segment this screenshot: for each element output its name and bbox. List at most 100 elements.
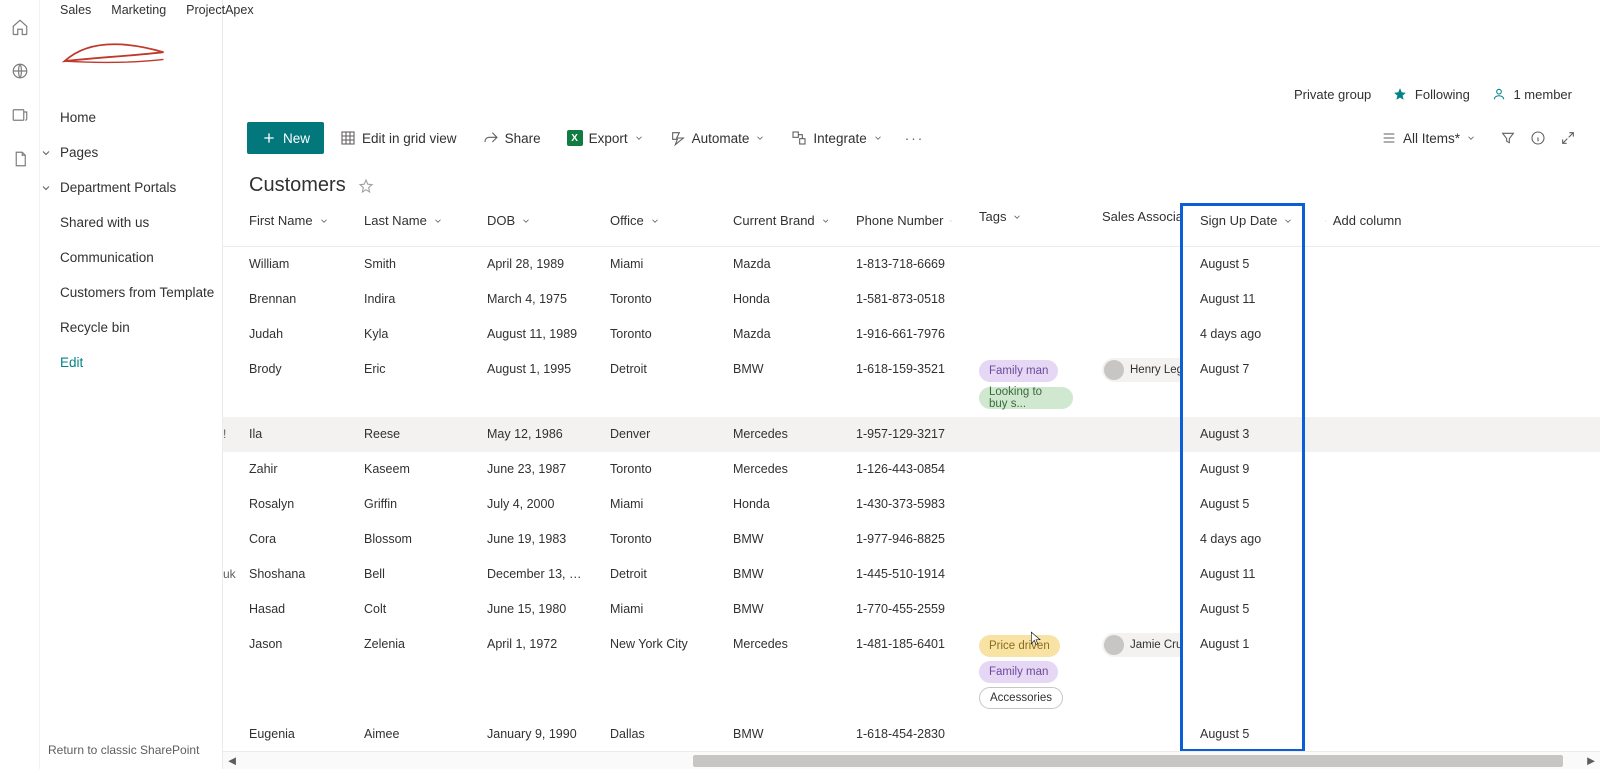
cell: Kaseem: [346, 452, 469, 486]
cell: Judah: [223, 317, 346, 351]
news-icon[interactable]: [11, 106, 29, 124]
table-row[interactable]: BrennanIndiraMarch 4, 1975TorontoHonda1-…: [223, 282, 1600, 317]
table-row[interactable]: WilliamSmithApril 28, 1989MiamiMazda1-81…: [223, 247, 1600, 282]
col-assoc[interactable]: Sales Associate: [1084, 203, 1182, 234]
horizontal-scrollbar[interactable]: ◄ ►: [223, 751, 1600, 769]
cell: August 9: [1182, 452, 1307, 486]
cell: Colt: [346, 592, 469, 626]
more-button[interactable]: ···: [899, 122, 931, 154]
cell: Rosalyn: [223, 487, 346, 521]
table-row[interactable]: ShoshanaBellDecember 13, 1981DetroitBMW1…: [223, 557, 1600, 592]
cell: [1307, 522, 1417, 542]
share-button[interactable]: Share: [473, 122, 551, 154]
cell: August 5: [1182, 487, 1307, 521]
table-row[interactable]: JudahKylaAugust 11, 1989TorontoMazda1-91…: [223, 317, 1600, 352]
list-icon: [1381, 130, 1397, 146]
site-link-marketing[interactable]: Marketing: [111, 3, 166, 17]
col-add[interactable]: Add column: [1307, 203, 1417, 238]
return-classic-link[interactable]: Return to classic SharePoint: [48, 743, 199, 757]
star-icon: [1393, 87, 1407, 101]
site-logo[interactable]: [60, 30, 168, 78]
cell: Smith: [346, 247, 469, 281]
following-button[interactable]: Following: [1393, 87, 1470, 102]
nav-communication[interactable]: Communication: [60, 250, 222, 265]
person-chip[interactable]: Henry Legge: [1102, 358, 1182, 382]
tag-pill[interactable]: Price driven: [979, 635, 1060, 657]
edit-grid-button[interactable]: Edit in grid view: [330, 122, 467, 154]
col-last-name[interactable]: Last Name: [346, 203, 469, 238]
star-outline-icon[interactable]: [358, 178, 374, 194]
col-dob[interactable]: DOB: [469, 203, 592, 238]
chevron-down-icon: [40, 147, 52, 159]
scroll-right-arrow[interactable]: ►: [1582, 752, 1600, 770]
nav-pages[interactable]: Pages: [40, 145, 222, 160]
cell: December 13, 1981: [469, 557, 592, 591]
nav-recycle[interactable]: Recycle bin: [60, 320, 222, 335]
file-icon[interactable]: [11, 150, 29, 168]
nav-customers-template[interactable]: Customers from Template: [60, 285, 222, 300]
table-row[interactable]: HasadColtJune 15, 1980MiamiBMW1-770-455-…: [223, 592, 1600, 627]
view-selector[interactable]: All Items*: [1371, 122, 1486, 154]
cell: [1307, 317, 1417, 337]
home-icon[interactable]: [11, 18, 29, 36]
new-button[interactable]: New: [247, 122, 324, 154]
nav-comm-label: Communication: [60, 250, 154, 265]
table-row[interactable]: BrodyEricAugust 1, 1995DetroitBMW1-618-1…: [223, 352, 1600, 417]
cell-tags: [961, 487, 1084, 499]
cell: 1-430-373-5983: [838, 487, 961, 521]
table-row[interactable]: CoraBlossomJune 19, 1983TorontoBMW1-977-…: [223, 522, 1600, 557]
table-row[interactable]: JasonZeleniaApril 1, 1972New York CityMe…: [223, 627, 1600, 717]
cell-assoc: [1084, 452, 1182, 468]
person-chip[interactable]: Jamie Crust: [1102, 633, 1182, 657]
integrate-button[interactable]: Integrate: [781, 122, 892, 154]
members-button[interactable]: 1 member: [1492, 87, 1572, 102]
cell: 4 days ago: [1182, 317, 1307, 351]
nav-edit[interactable]: Edit: [60, 355, 222, 370]
chevron-down-icon: [1012, 212, 1022, 222]
cell: Hasad: [223, 592, 346, 626]
expand-icon[interactable]: [1560, 130, 1576, 146]
info-icon[interactable]: [1530, 130, 1546, 146]
tag-pill[interactable]: Family man: [979, 360, 1058, 382]
site-link-sales[interactable]: Sales: [60, 3, 91, 17]
cell: Ila: [223, 417, 346, 451]
cell: Mercedes: [715, 417, 838, 451]
scroll-thumb[interactable]: [693, 755, 1563, 767]
scroll-left-arrow[interactable]: ◄: [223, 752, 241, 770]
table-row[interactable]: RosalynGriffinJuly 4, 2000MiamiHonda1-43…: [223, 487, 1600, 522]
tag-pill[interactable]: Family man: [979, 661, 1058, 683]
table-row[interactable]: EugeniaAimeeJanuary 9, 1990DallasBMW1-61…: [223, 717, 1600, 752]
cell: June 19, 1983: [469, 522, 592, 556]
cell: 1-618-454-2830: [838, 717, 961, 751]
nav-department-portals[interactable]: Department Portals: [40, 180, 222, 195]
table-row[interactable]: IlaReeseMay 12, 1986DenverMercedes1-957-…: [223, 417, 1600, 452]
col-first-name[interactable]: First Name: [223, 203, 346, 238]
tag-pill[interactable]: Accessories: [979, 687, 1063, 709]
tag-pill[interactable]: Looking to buy s...: [979, 387, 1073, 409]
cell-assoc: [1084, 557, 1182, 573]
nav-shared[interactable]: Shared with us: [60, 215, 222, 230]
table-row[interactable]: ZahirKaseemJune 23, 1987TorontoMercedes1…: [223, 452, 1600, 487]
export-button[interactable]: X Export: [557, 122, 654, 154]
cell-tags: [961, 452, 1084, 464]
cell: [1307, 627, 1417, 647]
col-tags[interactable]: Tags: [961, 203, 1084, 230]
filter-icon[interactable]: [1500, 130, 1516, 146]
cell: Mazda: [715, 317, 838, 351]
cell-assoc: [1084, 487, 1182, 503]
cell: New York City: [592, 627, 715, 661]
col-phone[interactable]: Phone Number: [838, 203, 961, 238]
cell-assoc: [1084, 717, 1182, 733]
cell: Detroit: [592, 557, 715, 591]
following-label: Following: [1415, 87, 1470, 102]
table-wrap: First Name Last Name DOB Office Current …: [223, 203, 1600, 769]
nav-home[interactable]: Home: [60, 110, 222, 125]
globe-icon[interactable]: [11, 62, 29, 80]
chevron-down-icon: [821, 216, 830, 226]
col-signup[interactable]: Sign Up Date: [1182, 203, 1307, 238]
chevron-down-icon: [319, 216, 329, 226]
nav-recycle-label: Recycle bin: [60, 320, 130, 335]
col-office[interactable]: Office: [592, 203, 715, 238]
automate-button[interactable]: Automate: [660, 122, 776, 154]
col-brand[interactable]: Current Brand: [715, 203, 838, 238]
